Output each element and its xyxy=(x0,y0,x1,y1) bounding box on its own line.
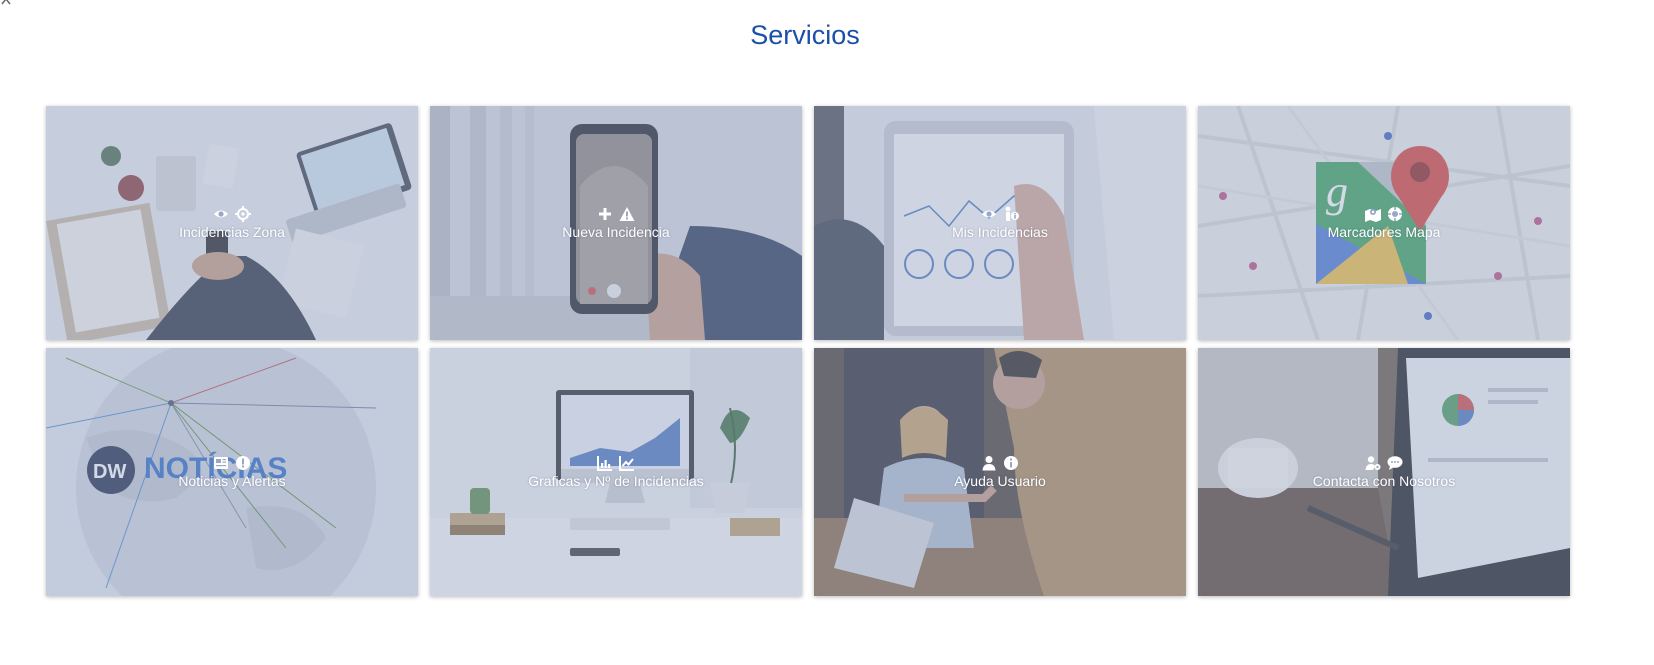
card-caption: Contacta con Nosotros xyxy=(1198,455,1570,489)
newspaper-icon xyxy=(213,455,229,471)
service-card-incidencias-zona[interactable]: Incidencias Zona xyxy=(46,106,418,340)
card-label: Incidencias Zona xyxy=(179,224,285,240)
service-card-marcadores-mapa[interactable]: g Marcadores Mapa xyxy=(1198,106,1570,340)
exclamation-circle-icon xyxy=(235,455,251,471)
crosshairs-icon xyxy=(235,206,251,222)
card-label: Graficas y Nº de Incidencias xyxy=(528,473,704,489)
service-card-nueva-incidencia[interactable]: Nueva Incidencia xyxy=(430,106,802,340)
card-label: Noticias y Alertas xyxy=(178,473,286,489)
card-label: Contacta con Nosotros xyxy=(1312,473,1456,489)
service-card-graficas[interactable]: Graficas y Nº de Incidencias xyxy=(430,348,802,596)
card-caption: Ayuda Usuario xyxy=(814,455,1186,489)
card-caption: Mis Incidencias xyxy=(814,206,1186,240)
page-title: Servicios xyxy=(750,20,860,50)
service-card-contacta[interactable]: Contacta con Nosotros xyxy=(1198,348,1570,596)
person-info-icon xyxy=(1003,206,1019,222)
warning-icon xyxy=(619,206,635,222)
services-grid: Incidencias Zona Nueva Incidencia Mis In… xyxy=(46,106,1570,596)
service-card-noticias-alertas[interactable]: DW NOTÍCIAS Noticias y Alertas xyxy=(46,348,418,596)
eye-icon xyxy=(213,206,229,222)
user-icon xyxy=(981,455,997,471)
comment-icon xyxy=(1387,455,1403,471)
location-crosshairs-icon xyxy=(1387,206,1403,222)
service-card-ayuda-usuario[interactable]: Ayuda Usuario xyxy=(814,348,1186,596)
plus-icon xyxy=(597,206,613,222)
eye-icon xyxy=(981,206,997,222)
card-label: Nueva Incidencia xyxy=(562,224,670,240)
bar-chart-icon xyxy=(597,455,613,471)
info-circle-icon xyxy=(1003,455,1019,471)
card-label: Marcadores Mapa xyxy=(1327,224,1441,240)
service-card-mis-incidencias[interactable]: Mis Incidencias xyxy=(814,106,1186,340)
line-chart-icon xyxy=(619,455,635,471)
card-caption: Nueva Incidencia xyxy=(430,206,802,240)
user-gear-icon xyxy=(1365,455,1381,471)
card-caption: Graficas y Nº de Incidencias xyxy=(430,455,802,489)
card-caption: Marcadores Mapa xyxy=(1198,206,1570,240)
card-label: Mis Incidencias xyxy=(952,224,1048,240)
card-caption: Noticias y Alertas xyxy=(46,455,418,489)
card-caption: Incidencias Zona xyxy=(46,206,418,240)
card-label: Ayuda Usuario xyxy=(954,473,1046,489)
map-marked-icon xyxy=(1365,206,1381,222)
close-icon[interactable] xyxy=(0,0,20,6)
